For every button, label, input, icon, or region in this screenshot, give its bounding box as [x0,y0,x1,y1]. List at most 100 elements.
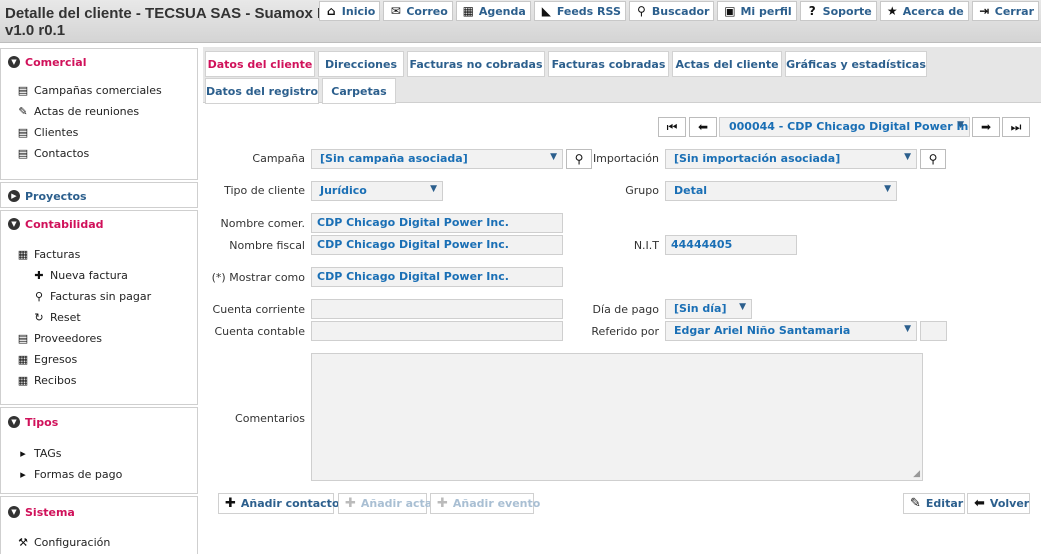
sidebar-item-tags[interactable]: ▸ TAGs [1,443,197,464]
tab-facturas-no-cobradas[interactable]: Facturas no cobradas [407,51,545,77]
grupo-select[interactable]: Detal ▼ [665,181,897,201]
main-toolbar: ⌂ Inicio ✉ Correo ▦ Agenda ◣ Feeds RSS ⚲ Busc… [316,1,1039,21]
cuenta-corriente-label: Cuenta corriente [212,303,305,316]
tab-datos-registro[interactable]: Datos del registro [205,78,319,104]
table-icon: ▦ [17,248,29,261]
first-icon: ⏮ [666,119,678,134]
previous-record-button[interactable]: ⬅ [689,117,717,137]
tab-datos-cliente[interactable]: Datos del cliente [205,51,315,77]
home-icon: ⌂ [326,4,336,18]
logout-icon: ⇥ [979,4,990,18]
toolbar-acerca-button[interactable]: ★ Acerca de [879,1,969,21]
edit-button[interactable]: ✎ Editar [903,493,965,514]
sidebar-item-recibos[interactable]: ▦ Recibos [1,370,197,391]
tab-graficas[interactable]: Gráficas y estadísticas [785,51,927,77]
contact-card-icon: ▤ [17,126,29,139]
table-icon: ▦ [17,353,29,366]
mostrar-como-label: (*) Mostrar como [211,271,305,284]
toolbar-buscador-button[interactable]: ⚲ Buscador [628,1,715,21]
collapse-icon: ▼ [8,506,20,518]
contact-card-icon: ▤ [17,147,29,160]
sidebar-item-formas-pago[interactable]: ▸ Formas de pago [1,464,197,485]
sidebar-item-nueva-factura[interactable]: ✚ Nueva factura [1,265,197,286]
contact-card-icon: ▤ [17,332,29,345]
sidebar-item-reset[interactable]: ↻ Reset [1,307,197,328]
tab-facturas-cobradas[interactable]: Facturas cobradas [548,51,669,77]
collapse-icon: ▼ [8,56,20,68]
sidebar-item-egresos[interactable]: ▦ Egresos [1,349,197,370]
last-record-button[interactable]: ⏭ [1002,117,1030,137]
edit-icon: ✎ [910,496,921,511]
toolbar-feeds-button[interactable]: ◣ Feeds RSS [533,1,626,21]
add-acta-button[interactable]: ✚ Añadir acta [338,493,432,514]
reset-icon: ↻ [34,311,44,324]
toolbar-soporte-button[interactable]: ? Soporte [799,1,877,21]
cuenta-contable-field[interactable] [311,321,563,341]
sidebar-sistema-panel: ▼ Sistema ⚒ Configuración [0,496,198,554]
comentarios-label: Comentarios [235,412,305,425]
comentarios-textarea[interactable]: ◢ [311,353,923,481]
tab-carpetas[interactable]: Carpetas [322,78,396,104]
sidebar-contabilidad-header[interactable]: ▼ Contabilidad [1,211,197,237]
toolbar-inicio-button[interactable]: ⌂ Inicio [318,1,381,21]
cuenta-corriente-field[interactable] [311,299,563,319]
nombre-fiscal-field[interactable]: CDP Chicago Digital Power Inc. [311,235,563,255]
sidebar-proyectos-panel: ▶ Proyectos [0,182,198,208]
sidebar-item-configuracion[interactable]: ⚒ Configuración [1,532,197,553]
tipo-cliente-select[interactable]: Jurídico ▼ [311,181,443,201]
sidebar-item-campanas[interactable]: ▤ Campañas comerciales [1,80,197,101]
table-icon: ▦ [17,374,29,387]
calendar-icon: ▦ [462,4,474,18]
sidebar-item-actas[interactable]: ✎ Actas de reuniones [1,101,197,122]
importacion-select[interactable]: [Sin importación asociada] ▼ [665,149,917,169]
importacion-search-button[interactable]: ⚲ [920,149,946,169]
sidebar-item-clientes[interactable]: ▤ Clientes [1,122,197,143]
add-evento-button[interactable]: ✚ Añadir evento [430,493,540,514]
sidebar-item-facturas-sin-pagar[interactable]: ⚲ Facturas sin pagar [1,286,197,307]
sidebar-item-facturas[interactable]: ▦ Facturas [1,244,197,265]
dia-pago-select[interactable]: [Sin día] ▼ [665,299,752,319]
add-contact-button[interactable]: ✚ Añadir contacto [218,493,340,514]
toolbar-perfil-button[interactable]: ▣ Mi perfil [717,1,797,21]
sidebar-item-proveedores[interactable]: ▤ Proveedores [1,328,197,349]
next-record-button[interactable]: ➡ [972,117,1000,137]
tab-actas-cliente[interactable]: Actas del cliente [672,51,782,77]
referido-select[interactable]: Edgar Ariel Niño Santamaria ▼ [665,321,917,341]
dia-pago-label: Día de pago [592,303,659,316]
nombre-comer-field[interactable]: CDP Chicago Digital Power Inc. [311,213,563,233]
nit-field[interactable]: 44444405 [665,235,797,255]
tabs-bar: Datos del cliente Direcciones Facturas n… [203,47,1041,104]
expand-icon: ▶ [8,190,20,202]
wrench-icon: ⚒ [18,536,28,549]
sidebar-tipos-header[interactable]: ▼ Tipos [1,408,197,436]
rss-icon: ◣ [541,4,551,18]
back-button[interactable]: ⬅ Volver [967,493,1030,514]
sidebar-item-contactos[interactable]: ▤ Contactos [1,143,197,164]
sidebar-tipos-panel: ▼ Tipos ▸ TAGs ▸ Formas de pago [0,407,198,494]
support-icon: ? [808,4,816,18]
chevron-down-icon: ▼ [739,302,746,312]
search-icon: ⚲ [34,290,44,303]
plus-icon: ✚ [225,496,236,511]
tab-direcciones[interactable]: Direcciones [318,51,404,77]
record-selector[interactable]: 000044 - CDP Chicago Digital Power Inc. ▼ [719,117,970,137]
sidebar: ▼ Comercial ▤ Campañas comerciales ✎ Actas … [0,46,198,554]
mostrar-como-field[interactable]: CDP Chicago Digital Power Inc. [311,267,563,287]
resize-grip-icon[interactable]: ◢ [913,469,920,479]
last-icon: ⏭ [1010,119,1022,134]
toolbar-correo-button[interactable]: ✉ Correo [383,1,453,21]
edit-icon: ✎ [18,105,28,118]
plus-icon: ✚ [34,269,44,282]
toolbar-agenda-button[interactable]: ▦ Agenda [455,1,531,21]
first-record-button[interactable]: ⏮ [658,117,686,137]
chevron-down-icon: ▼ [884,184,891,194]
sidebar-comercial-header[interactable]: ▼ Comercial [1,49,197,75]
referido-extra-field[interactable] [920,321,947,341]
campana-select[interactable]: [Sin campaña asociada] ▼ [311,149,563,169]
sidebar-sistema-header[interactable]: ▼ Sistema [1,497,197,527]
sidebar-comercial-panel: ▼ Comercial ▤ Campañas comerciales ✎ Actas … [0,48,198,180]
arrow-left-icon: ⬅ [697,120,709,134]
sidebar-proyectos-header[interactable]: ▶ Proyectos [1,183,197,209]
referido-label: Referido por [591,325,659,338]
toolbar-cerrar-button[interactable]: ⇥ Cerrar [971,1,1039,21]
